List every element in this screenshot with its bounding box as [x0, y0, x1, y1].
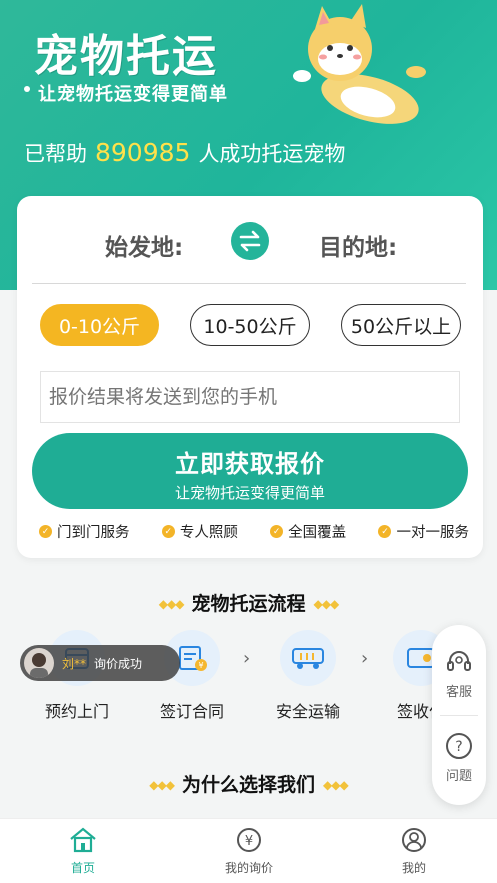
- toast-message: 询价成功: [94, 656, 143, 671]
- bottom-tab-bar: 首页 ¥ 我的询价 我的: [0, 818, 497, 883]
- svg-text:?: ?: [455, 739, 462, 755]
- check-icon: ✓: [270, 525, 284, 538]
- diamonds-icon: ◆◆◆: [149, 778, 175, 792]
- route-selector: 始发地: 目的地:: [17, 196, 483, 286]
- chevron-right-icon: ›: [243, 648, 251, 669]
- headset-icon: [447, 651, 471, 671]
- svg-text:¥: ¥: [245, 834, 253, 849]
- check-icon: ✓: [161, 525, 175, 538]
- feature-item: ✓ 一对一服务: [378, 521, 469, 542]
- tab-my-inquiries[interactable]: ¥ 我的询价: [199, 827, 299, 876]
- route-divider: [32, 283, 466, 284]
- helped-counter: 已帮助 890985 人成功托运宠物: [24, 138, 345, 168]
- inquiry-toast: 刘** 询价成功: [20, 645, 180, 681]
- why-section-title: ◆◆◆ 为什么选择我们 ◆◆◆: [149, 774, 349, 796]
- hero-subtitle: 让宠物托运变得更简单: [24, 80, 228, 106]
- home-icon: [70, 827, 96, 853]
- get-quote-sublabel: 让宠物托运变得更简单: [174, 484, 325, 502]
- feature-item: ✓ 专人照顾: [161, 521, 238, 542]
- feature-item: ✓ 门到门服务: [39, 521, 130, 542]
- tab-home[interactable]: 首页: [33, 827, 133, 876]
- weight-option-10-50[interactable]: 10-50公斤: [190, 304, 310, 346]
- helped-prefix: 已帮助: [24, 142, 87, 166]
- phone-input[interactable]: [40, 371, 460, 423]
- feature-list: ✓ 门到门服务 ✓ 专人照顾 ✓ 全国覆盖 ✓ 一对一服务: [39, 521, 469, 542]
- toast-name: 刘**: [62, 656, 87, 671]
- get-quote-label: 立即获取报价: [175, 450, 325, 478]
- user-icon: [402, 828, 426, 852]
- origin-selector[interactable]: 始发地:: [105, 228, 183, 262]
- process-section-title: ◆◆◆ 宠物托运流程 ◆◆◆: [158, 593, 340, 615]
- diamonds-icon: ◆◆◆: [313, 597, 340, 611]
- chevron-right-icon: ›: [361, 648, 369, 669]
- quote-card: 始发地: 目的地: 0-10公斤 10-50公斤 50公斤以上 立即获取报价 让…: [17, 196, 483, 558]
- faq-button[interactable]: ? 问题: [432, 731, 486, 784]
- tab-mine[interactable]: 我的: [364, 827, 464, 876]
- get-quote-button[interactable]: 立即获取报价 让宠物托运变得更简单: [32, 433, 468, 509]
- side-divider: [440, 715, 478, 716]
- swap-arrows-icon: [239, 230, 261, 252]
- helped-count: 890985: [95, 138, 191, 167]
- hero-title: 宠物托运: [34, 31, 218, 82]
- check-icon: ✓: [378, 525, 392, 538]
- weight-option-50-plus[interactable]: 50公斤以上: [341, 304, 461, 346]
- truck-icon: [280, 630, 336, 686]
- step-transport: 安全运输: [268, 630, 348, 722]
- yuan-icon: ¥: [237, 828, 261, 852]
- diamonds-icon: ◆◆◆: [158, 597, 185, 611]
- helped-suffix: 人成功托运宠物: [198, 142, 346, 166]
- svg-text:¥: ¥: [198, 661, 203, 670]
- customer-service-button[interactable]: 客服: [432, 647, 486, 700]
- feature-item: ✓ 全国覆盖: [270, 521, 346, 542]
- floating-side-panel: 客服 ? 问题: [432, 625, 486, 805]
- diamonds-icon: ◆◆◆: [323, 778, 349, 792]
- weight-option-0-10[interactable]: 0-10公斤: [40, 304, 159, 346]
- question-icon: ?: [446, 733, 472, 759]
- avatar: [24, 648, 54, 678]
- swap-route-button[interactable]: [231, 222, 269, 260]
- check-icon: ✓: [39, 525, 52, 538]
- destination-selector[interactable]: 目的地:: [319, 228, 397, 262]
- shiba-mascot-icon: [293, 4, 426, 124]
